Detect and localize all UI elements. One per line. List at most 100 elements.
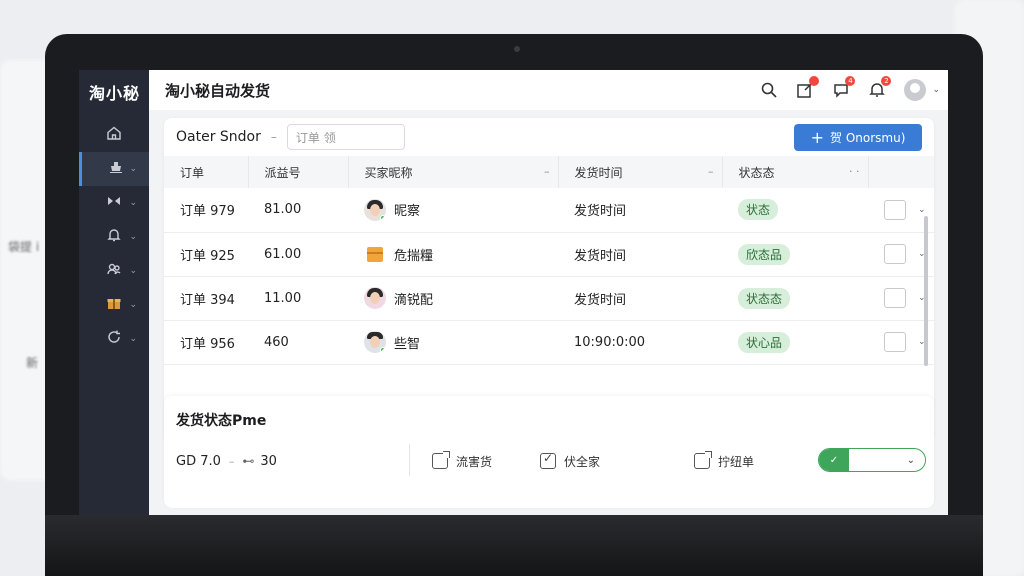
order-amount: 11.00 <box>264 290 302 306</box>
topbar-actions: 4 2 ⌄ <box>760 70 940 110</box>
option-1[interactable]: 流害货 <box>432 453 492 470</box>
gd-value[interactable]: 30 <box>260 454 277 469</box>
row-checkbox[interactable] <box>884 288 906 308</box>
order-amount: 61.00 <box>264 246 302 262</box>
package-icon <box>364 243 386 265</box>
edit-checkbox-icon <box>432 453 448 469</box>
chevron-down-icon[interactable]: ⌄ <box>918 205 926 215</box>
buyer-avatar <box>364 287 386 309</box>
app-logo: 淘小秘 <box>89 84 141 103</box>
page-title: 淘小秘自动发货 <box>165 81 271 100</box>
chevron-down-icon: ⌄ <box>906 454 915 466</box>
ship-time: 发货时间 <box>574 248 627 264</box>
chevron-down-icon: ⌄ <box>129 198 137 208</box>
status-badge: 欣态品 <box>738 243 791 265</box>
search-button[interactable] <box>760 81 778 99</box>
sidebar-item-gift[interactable]: ⌄ <box>79 288 149 322</box>
add-order-label: 贺 Onorsmu) <box>830 131 906 145</box>
table-row[interactable]: 订单 956 460 些智 10:90:0:00 状心品 ⌄ <box>164 320 934 364</box>
orders-table: 订单 派益号 买家昵称 – 发货时间 – 状态态 · · 订单 979 81.00 昵… <box>164 156 934 365</box>
users-icon <box>106 261 122 281</box>
sidebar-item-notifications[interactable]: ⌄ <box>79 220 149 254</box>
order-amount: 460 <box>264 334 289 350</box>
buyer-avatar <box>364 198 386 221</box>
buyer-name: 些智 <box>394 336 421 352</box>
status-toggle-select[interactable]: ✓ ⌄ <box>818 448 926 472</box>
message-button[interactable]: 4 <box>832 76 856 99</box>
user-avatar[interactable] <box>904 79 927 101</box>
column-header[interactable]: 派益号 <box>248 156 349 188</box>
option-3-label: 拧纽单 <box>718 454 755 469</box>
chevron-down-icon: ⌄ <box>129 164 137 174</box>
gd-label: GD 7.0 <box>176 453 221 469</box>
row-checkbox[interactable] <box>884 332 906 352</box>
option-1-label: 流害货 <box>456 454 493 469</box>
column-header[interactable]: 发货时间 – <box>558 156 723 188</box>
search-icon <box>762 82 778 98</box>
sidebar-item-shipping[interactable]: ⌄ <box>79 152 149 186</box>
sidebar-item-users[interactable]: ⌄ <box>79 254 149 288</box>
status-badge: 状心品 <box>738 331 791 353</box>
notification-badge: 4 <box>845 76 856 86</box>
option-2-label: 伏全家 <box>564 454 601 469</box>
chevron-down-icon: ⌄ <box>129 334 137 344</box>
shipping-status-panel: 发货状态Pme GD 7.0 – ⊷ 30 流害货 伏全家 拧纽单 ✓ ⌄ <box>164 396 934 508</box>
row-checkbox[interactable] <box>884 199 906 220</box>
table-row[interactable]: 订单 979 81.00 昵察 发货时间 状态 ⌄ <box>164 188 934 232</box>
buyer-name: 危揣糧 <box>394 248 434 264</box>
gd-dash: – <box>228 454 235 468</box>
gift-icon <box>106 295 122 315</box>
toggle-knob: ✓ <box>819 449 849 471</box>
column-header[interactable]: 订单 <box>164 156 249 188</box>
panel-controls: GD 7.0 – ⊷ 30 流害货 伏全家 拧纽单 ✓ ⌄ <box>176 444 926 476</box>
home-icon <box>106 125 122 145</box>
ship-time: 发货时间 <box>574 204 627 220</box>
buyer-name: 滴锐配 <box>394 292 434 308</box>
column-header[interactable]: 买家昵称 – <box>348 156 559 188</box>
webcam <box>514 46 520 52</box>
ship-time: 10:90:0:00 <box>574 334 646 350</box>
sidebar: 淘小秘 ⌄ ⌄ ⌄ ⌄ ⌄ ⌄ <box>79 70 149 515</box>
row-checkbox[interactable] <box>884 244 906 264</box>
table-row[interactable]: 订单 925 61.00 危揣糧 发货时间 欣态品 ⌄ <box>164 232 934 276</box>
chevron-down-icon: ⌄ <box>129 266 137 276</box>
notification-badge: 2 <box>881 76 892 86</box>
order-id: 订单 956 <box>180 336 235 352</box>
screen: 淘小秘 ⌄ ⌄ ⌄ ⌄ ⌄ ⌄ 淘小秘自动发货 4 2 ⌄ Oater Sndo… <box>79 70 948 515</box>
chevron-down-icon[interactable]: ⌄ <box>932 85 940 95</box>
sidebar-item-home[interactable] <box>79 118 149 152</box>
option-2[interactable]: 伏全家 <box>540 451 601 470</box>
bell-icon <box>106 227 122 247</box>
ship-icon <box>108 159 124 179</box>
alert-button[interactable]: 2 <box>868 76 892 99</box>
buyer-avatar <box>364 331 386 353</box>
order-id: 订单 925 <box>180 248 235 264</box>
background-text: 新 <box>26 356 39 370</box>
status-badge: 状态态 <box>738 287 791 309</box>
panel-title: 发货状态Pme <box>176 413 267 429</box>
divider <box>409 444 410 476</box>
column-header[interactable]: 状态态 · · <box>722 156 869 188</box>
sidebar-item-fold[interactable]: ⌄ <box>79 186 149 220</box>
sidebar-item-refresh[interactable]: ⌄ <box>79 322 149 356</box>
refresh-icon <box>106 329 122 349</box>
buyer-name: 昵察 <box>394 204 421 220</box>
table-row[interactable]: 订单 394 11.00 滴锐配 发货时间 状态态 ⌄ <box>164 276 934 320</box>
order-id: 订单 394 <box>180 292 235 308</box>
chevron-down-icon: ⌄ <box>129 232 137 242</box>
option-3[interactable]: 拧纽单 <box>694 453 754 470</box>
order-filter-input[interactable]: 订单 领 <box>286 124 405 150</box>
chevron-down-icon: ⌄ <box>129 300 137 310</box>
status-badge: 状态 <box>738 199 779 221</box>
background-text: 袋提 i <box>8 240 40 254</box>
order-id: 订单 979 <box>180 204 235 220</box>
add-order-button[interactable]: + 贺 Onorsmu) <box>794 124 922 151</box>
table-scrollbar[interactable] <box>924 216 928 366</box>
column-header <box>868 156 934 188</box>
filter-dash: – <box>270 130 277 144</box>
orders-card: Oater Sndor – 订单 领 + 贺 Onorsmu) 订单 派益号 买… <box>164 118 934 441</box>
edit-button[interactable] <box>796 76 820 99</box>
fold-icon <box>106 193 122 213</box>
edit-checkbox-icon <box>694 453 710 469</box>
ship-time: 发货时间 <box>574 292 627 308</box>
